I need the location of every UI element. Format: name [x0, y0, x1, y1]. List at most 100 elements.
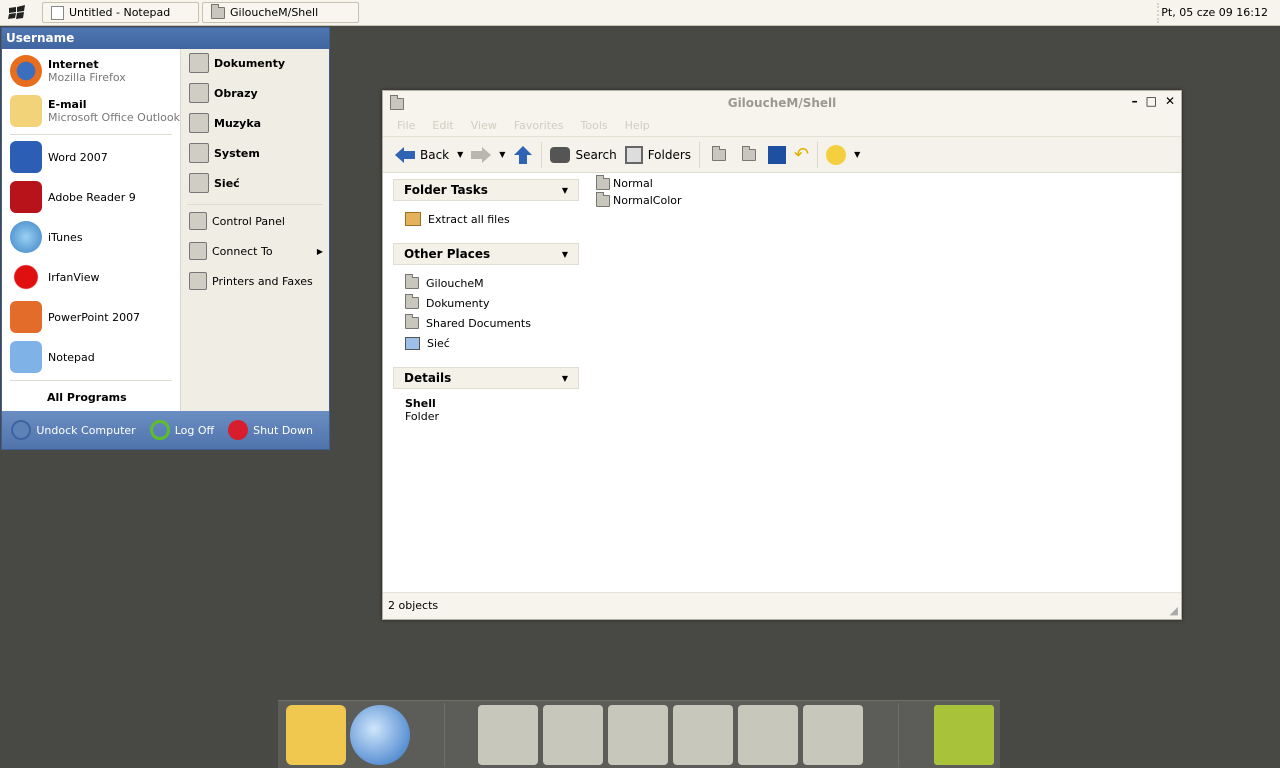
program-powerpoint[interactable]: PowerPoint 2007 — [10, 301, 140, 333]
place-siec[interactable]: Sieć — [189, 173, 240, 193]
start-menu: Username Internet Mozilla Firefox E-mail M… — [1, 27, 330, 450]
shut-down-button[interactable]: Shut Down — [228, 420, 313, 440]
control-panel[interactable]: Control Panel — [189, 212, 285, 230]
place-link[interactable]: Sieć — [405, 333, 567, 353]
status-bar: 2 objects ◢ — [383, 592, 1181, 619]
printers-and-faxes[interactable]: Printers and Faxes — [189, 272, 313, 290]
irfanview-icon — [10, 261, 42, 293]
panel-header[interactable]: Folder Tasks ▼ — [393, 179, 579, 201]
back-dropdown[interactable]: ▼ — [457, 150, 463, 159]
pinned-internet[interactable]: Internet Mozilla Firefox — [10, 55, 126, 87]
up-arrow-icon[interactable] — [513, 145, 533, 164]
music-icon — [189, 113, 209, 133]
all-programs[interactable]: All Programs — [47, 391, 127, 404]
program-word[interactable]: Word 2007 — [10, 141, 108, 173]
notepad-icon — [51, 5, 64, 20]
music-folder-icon[interactable] — [673, 705, 733, 765]
pictures-icon — [189, 83, 209, 103]
menu-help[interactable]: Help — [625, 119, 650, 132]
menu-bar: File Edit View Favorites Tools Help — [383, 115, 1181, 137]
back-arrow-icon — [395, 146, 415, 163]
program-irfanview[interactable]: IrfanView — [10, 261, 99, 293]
back-button[interactable]: Back — [395, 146, 449, 164]
forward-arrow-icon[interactable] — [471, 146, 492, 164]
pinned-email[interactable]: E-mail Microsoft Office Outlook — [10, 95, 180, 127]
start-button[interactable] — [6, 4, 28, 22]
menu-file[interactable]: File — [397, 119, 415, 132]
program-itunes[interactable]: iTunes — [10, 221, 83, 253]
collapse-icon[interactable]: ▼ — [562, 250, 568, 259]
menu-edit[interactable]: Edit — [432, 119, 453, 132]
place-link[interactable]: Shared Documents — [405, 313, 567, 333]
panel-header[interactable]: Details ▼ — [393, 367, 579, 389]
minimize-button[interactable]: – — [1132, 94, 1138, 108]
binoculars-icon — [550, 146, 571, 163]
programs-column: Internet Mozilla Firefox E-mail Microsoft … — [2, 49, 180, 413]
other-places-panel: Other Places ▼ GiloucheM Dokumenty Shared… — [393, 243, 579, 367]
file-item[interactable]: NormalColor — [596, 191, 682, 209]
taskbar: Untitled - Notepad GiloucheM/Shell Pt, 0… — [0, 0, 1280, 26]
collapse-icon[interactable]: ▼ — [562, 186, 568, 195]
clock[interactable]: Pt, 05 cze 09 16:12 — [1161, 6, 1268, 19]
close-button[interactable]: ✕ — [1165, 94, 1175, 108]
folders-icon — [624, 145, 643, 164]
notepad-icon — [10, 341, 42, 373]
copy-to-icon[interactable] — [742, 145, 757, 161]
globe-icon[interactable] — [350, 705, 410, 765]
place-link[interactable]: Dokumenty — [405, 293, 567, 313]
folder-icon — [211, 3, 225, 19]
delete-icon[interactable] — [768, 145, 787, 164]
undock-computer-button[interactable]: Undock Computer — [11, 420, 136, 440]
video-folder-icon[interactable] — [803, 705, 863, 765]
place-dokumenty[interactable]: Dokumenty — [189, 53, 285, 73]
folders-button[interactable]: Folders — [624, 145, 691, 164]
undo-icon[interactable]: ↶ — [794, 144, 809, 165]
network-icon — [405, 336, 420, 350]
maximize-button[interactable]: □ — [1146, 94, 1157, 108]
resize-grip-icon[interactable]: ◢ — [1170, 604, 1178, 617]
places-column: Dokumenty Obrazy Muzyka System Sieć Cont… — [180, 49, 329, 413]
program-notepad[interactable]: Notepad — [10, 341, 95, 373]
title-bar[interactable]: GiloucheM/Shell – □ ✕ — [383, 91, 1181, 115]
network-folder-icon[interactable] — [608, 705, 668, 765]
outlook-icon[interactable] — [286, 705, 346, 765]
recycle-bin-icon[interactable] — [934, 705, 994, 765]
taskbar-button-notepad[interactable]: Untitled - Notepad — [42, 2, 199, 23]
views-dropdown[interactable]: ▼ — [854, 150, 860, 159]
network-icon — [189, 173, 209, 193]
zip-folder-icon — [405, 212, 421, 226]
menu-view[interactable]: View — [471, 119, 497, 132]
folder-icon — [405, 274, 419, 289]
documents-folder-icon[interactable] — [543, 705, 603, 765]
place-obrazy[interactable]: Obrazy — [189, 83, 258, 103]
folder-icon — [596, 191, 610, 207]
menu-favorites[interactable]: Favorites — [514, 119, 564, 132]
place-system[interactable]: System — [189, 143, 260, 163]
pictures-folder-icon[interactable] — [478, 705, 538, 765]
panel-header[interactable]: Other Places ▼ — [393, 243, 579, 265]
place-muzyka[interactable]: Muzyka — [189, 113, 261, 133]
place-link[interactable]: GiloucheM — [405, 273, 567, 293]
folder-icon — [596, 174, 610, 190]
taskbar-button-explorer[interactable]: GiloucheM/Shell — [202, 2, 359, 23]
connect-icon — [189, 242, 207, 260]
toolbar: Back ▼ ▼ Search Folders ↶ ▼ — [383, 137, 1181, 173]
task-extract-all[interactable]: Extract all files — [405, 209, 567, 229]
collapse-icon[interactable]: ▼ — [562, 374, 568, 383]
explorer-window: GiloucheM/Shell – □ ✕ File Edit View Favor… — [382, 90, 1182, 620]
itunes-icon — [10, 221, 42, 253]
start-menu-footer: Undock Computer Log Off Shut Down — [2, 411, 329, 449]
task-pane: Folder Tasks ▼ Extract all files Other Pl… — [393, 179, 579, 437]
program-adobe-reader[interactable]: Adobe Reader 9 — [10, 181, 136, 213]
forward-dropdown[interactable]: ▼ — [499, 150, 505, 159]
file-list: Normal NormalColor — [596, 174, 682, 209]
menu-tools[interactable]: Tools — [581, 119, 608, 132]
views-icon[interactable] — [826, 144, 847, 165]
move-to-icon[interactable] — [712, 145, 727, 161]
username: Username — [2, 28, 329, 49]
connect-to[interactable]: Connect To ▶ — [189, 242, 323, 260]
search-button[interactable]: Search — [550, 146, 617, 163]
file-item[interactable]: Normal — [596, 174, 682, 192]
film-folder-icon[interactable] — [738, 705, 798, 765]
log-off-button[interactable]: Log Off — [149, 420, 214, 440]
